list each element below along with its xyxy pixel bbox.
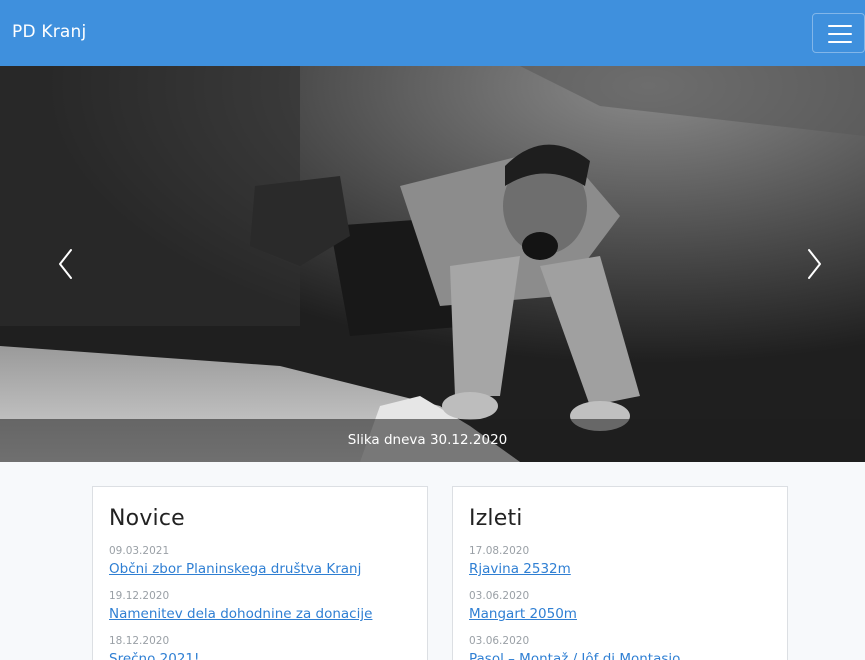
top-navbar: PD Kranj [0, 0, 865, 66]
list-item: 18.12.2020 Srečno 2021! [109, 635, 199, 660]
hamburger-menu-icon [828, 25, 852, 27]
izleti-card: Izleti 17.08.2020 Rjavina 2532m 03.06.20… [452, 486, 788, 660]
trip-date: 17.08.2020 [469, 545, 530, 557]
news-link[interactable]: Občni zbor Planinskega društva Kranj [109, 561, 361, 577]
list-item: 03.06.2020 Mangart 2050m [469, 590, 577, 622]
carousel-prev-button[interactable] [36, 236, 96, 296]
chevron-right-icon [808, 249, 821, 279]
chevron-left-icon [59, 249, 72, 279]
carousel-caption: Slika dneva 30.12.2020 [347, 432, 508, 448]
news-link[interactable]: Namenitev dela dohodnine za donacije [109, 606, 372, 622]
trip-date: 03.06.2020 [469, 590, 530, 602]
news-date: 19.12.2020 [109, 590, 170, 602]
list-item: 19.12.2020 Namenitev dela dohodnine za d… [109, 590, 372, 622]
trip-date: 03.06.2020 [469, 635, 530, 647]
novice-heading: Novice [109, 506, 185, 531]
list-item: 03.06.2020 Pasol – Montaž / Jôf di Monta… [469, 635, 680, 660]
navbar-toggle-button[interactable] [812, 13, 865, 53]
brand-logo-text[interactable]: PD Kranj [12, 22, 86, 42]
trip-link[interactable]: Pasol – Montaž / Jôf di Montasio [469, 651, 680, 660]
carousel-next-button[interactable] [784, 236, 844, 296]
image-carousel: Slika dneva 30.12.2020 [0, 66, 865, 462]
izleti-heading: Izleti [469, 506, 523, 531]
list-item: 09.03.2021 Občni zbor Planinskega društv… [109, 545, 361, 577]
list-item: 17.08.2020 Rjavina 2532m [469, 545, 571, 577]
news-date: 18.12.2020 [109, 635, 170, 647]
trip-link[interactable]: Rjavina 2532m [469, 561, 571, 577]
news-link[interactable]: Srečno 2021! [109, 651, 199, 660]
novice-card: Novice 09.03.2021 Občni zbor Planinskega… [92, 486, 428, 660]
carousel-photo [0, 66, 865, 462]
news-date: 09.03.2021 [109, 545, 170, 557]
trip-link[interactable]: Mangart 2050m [469, 606, 577, 622]
